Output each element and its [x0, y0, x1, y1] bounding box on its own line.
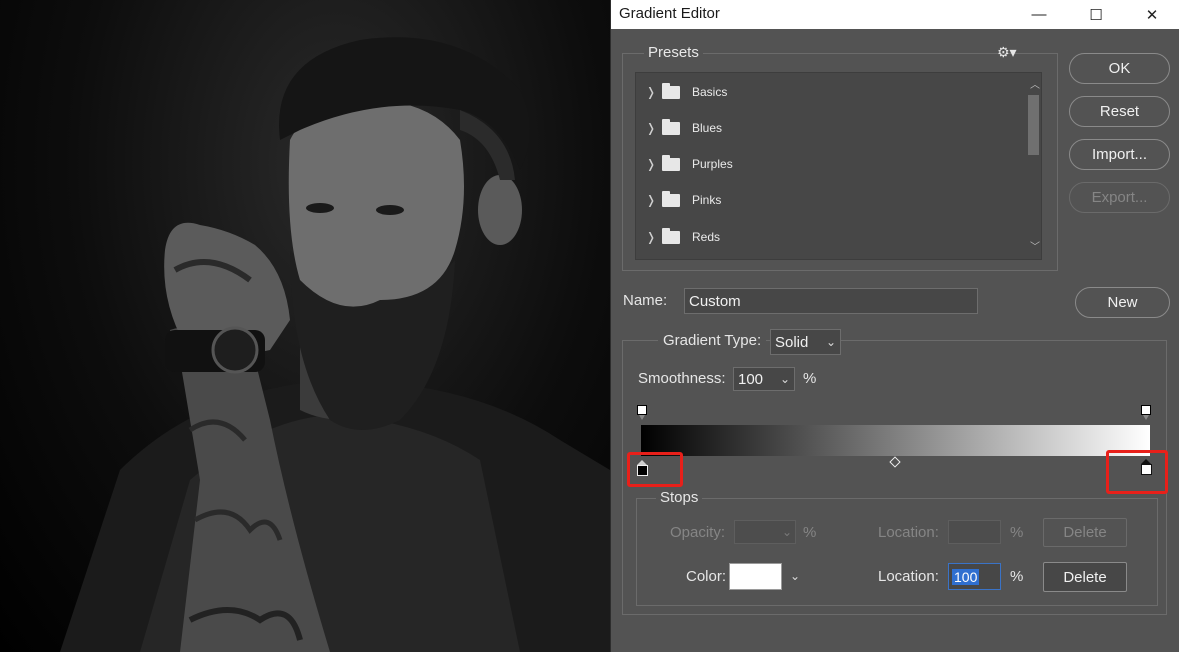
color-swatch[interactable] [729, 563, 782, 590]
color-location-value: 100 [952, 569, 980, 585]
reset-button[interactable]: Reset [1069, 96, 1170, 127]
chevron-right-icon: ❭ [646, 193, 657, 207]
chevron-right-icon: ❭ [646, 85, 657, 99]
delete-opacity-stop-button[interactable]: Delete [1043, 518, 1127, 547]
chevron-right-icon: ❭ [646, 121, 657, 135]
preset-item-purples[interactable]: ❭ Purples [636, 146, 1026, 182]
smoothness-label: Smoothness: [638, 370, 726, 387]
preset-item-basics[interactable]: ❭ Basics [636, 74, 1026, 110]
opacity-input[interactable]: ⌄ [734, 520, 796, 544]
preset-item-reds[interactable]: ❭ Reds [636, 219, 1026, 255]
color-location-unit: % [1010, 568, 1024, 585]
preset-item-label: Reds [692, 230, 721, 244]
annotation-highlight-left [627, 452, 683, 487]
gradient-preview-bar[interactable] [641, 425, 1150, 456]
preset-item-blues[interactable]: ❭ Blues [636, 110, 1026, 146]
folder-icon [662, 154, 680, 171]
folder-icon [662, 118, 680, 135]
annotation-highlight-right [1106, 450, 1168, 494]
presets-label: Presets [644, 44, 703, 61]
preset-list: ❭ Basics ❭ Blues ❭ Purples ❭ Pinks ❭ Red… [635, 72, 1042, 260]
folder-icon [662, 190, 680, 207]
color-label: Color: [686, 568, 727, 585]
name-label: Name: [623, 292, 668, 309]
preset-item-label: Pinks [692, 193, 722, 207]
window-title: Gradient Editor [619, 5, 720, 22]
scroll-up-icon[interactable]: ︿ [1030, 76, 1040, 91]
smoothness-unit: % [803, 370, 817, 387]
chevron-right-icon: ❭ [646, 230, 657, 244]
folder-icon [662, 82, 680, 99]
minimize-button[interactable]: — [1016, 0, 1062, 29]
opacity-stop-left[interactable] [637, 405, 647, 420]
close-button[interactable]: ✕ [1129, 0, 1175, 29]
preset-item-label: Blues [692, 121, 723, 135]
photo-canvas [0, 0, 610, 652]
opacity-location-unit: % [1010, 524, 1024, 541]
chevron-down-icon: ⌄ [782, 525, 793, 539]
opacity-location-input[interactable] [948, 520, 1001, 544]
chevron-down-icon: ⌄ [780, 372, 791, 386]
title-bar: Gradient Editor — ☐ ✕ [611, 0, 1179, 29]
gear-icon[interactable]: ⚙▾ [997, 44, 1017, 61]
preset-item-pinks[interactable]: ❭ Pinks [636, 182, 1026, 218]
color-location-label: Location: [878, 568, 939, 585]
gradient-type-value: Solid [775, 333, 809, 351]
portrait-image [60, 37, 610, 652]
new-button[interactable]: New [1075, 287, 1170, 318]
gradient-type-select[interactable]: Solid ⌄ [770, 329, 841, 355]
chevron-down-icon: ⌄ [826, 335, 837, 349]
ok-button[interactable]: OK [1069, 53, 1170, 84]
name-input[interactable]: Custom [684, 288, 978, 314]
opacity-stop-right[interactable] [1141, 405, 1151, 420]
opacity-unit: % [803, 524, 817, 541]
export-button[interactable]: Export... [1069, 182, 1170, 213]
folder-icon [662, 227, 680, 244]
gradient-type-label: Gradient Type: [658, 332, 767, 349]
smoothness-value: 100 [738, 370, 764, 388]
chevron-right-icon: ❭ [646, 157, 657, 171]
smoothness-input[interactable]: 100 ⌄ [733, 367, 795, 391]
opacity-label: Opacity: [670, 524, 726, 541]
preset-item-label: Basics [692, 85, 728, 99]
import-button[interactable]: Import... [1069, 139, 1170, 170]
stops-label: Stops [656, 489, 703, 506]
scroll-down-icon[interactable]: ﹀ [1030, 238, 1040, 253]
opacity-location-label: Location: [878, 524, 939, 541]
delete-color-stop-button[interactable]: Delete [1043, 562, 1127, 592]
preset-item-label: Purples [692, 157, 733, 171]
scrollbar-thumb[interactable] [1028, 95, 1039, 155]
chevron-down-icon[interactable]: ⌄ [790, 569, 800, 583]
maximize-button[interactable]: ☐ [1073, 0, 1119, 29]
color-location-input[interactable]: 100 [948, 563, 1001, 590]
